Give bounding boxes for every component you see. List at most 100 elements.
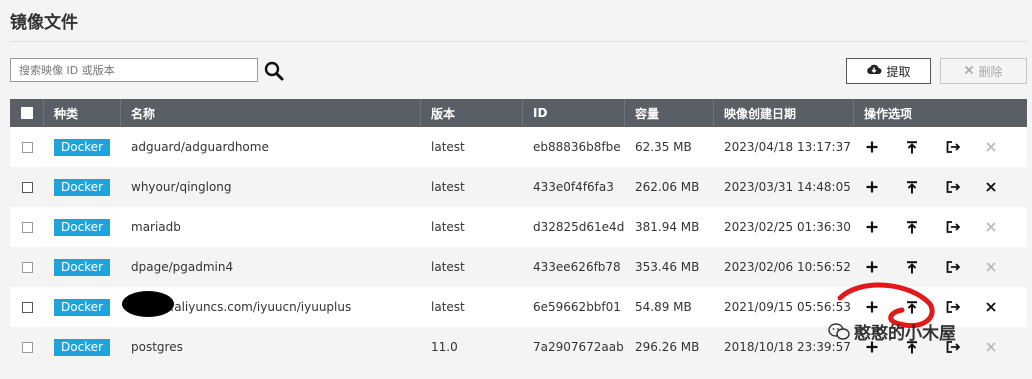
create-container-icon[interactable] <box>866 177 906 197</box>
title-divider <box>10 41 1028 42</box>
create-container-icon[interactable] <box>866 257 906 277</box>
pull-button-label: 提取 <box>886 64 911 79</box>
id-cell: d32825d61e4d <box>533 220 625 234</box>
type-cell: Docker <box>44 207 121 247</box>
upload-icon[interactable] <box>906 257 946 277</box>
delete-button[interactable]: 删除 <box>940 58 1027 84</box>
actions-cell <box>854 207 1027 247</box>
table-row[interactable]: Docker dpage/pgadmin4 latest 433ee626fb78 35… <box>10 247 1027 287</box>
type-badge: Docker <box>54 338 110 356</box>
type-cell: Docker <box>44 327 121 367</box>
search-input[interactable] <box>10 58 258 82</box>
header-size[interactable]: 容量 <box>625 99 714 127</box>
row-checkbox[interactable] <box>21 301 33 313</box>
size-cell: 381.94 MB <box>635 220 700 234</box>
header-type[interactable]: 种类 <box>44 99 121 127</box>
name-cell: whyour/qinglong <box>131 180 232 194</box>
size-cell: 353.46 MB <box>635 260 700 274</box>
watermark: 憨憨的小木屋 <box>828 319 956 344</box>
export-icon[interactable] <box>946 257 986 277</box>
row-select-cell <box>10 207 44 247</box>
header-actions: 操作选项 <box>864 106 913 121</box>
export-icon[interactable] <box>946 177 986 197</box>
name-cell: adguard/adguardhome <box>131 140 269 154</box>
delete-row-icon <box>986 137 1026 157</box>
search-icon[interactable] <box>263 60 285 82</box>
version-cell: 11.0 <box>431 340 458 354</box>
watermark-text: 憨憨的小木屋 <box>854 324 956 344</box>
created-cell: 2023/02/06 10:56:52 <box>724 260 851 274</box>
size-cell: 62.35 MB <box>635 140 692 154</box>
row-checkbox[interactable] <box>21 221 33 233</box>
name-cell: dpage/pgadmin4 <box>131 260 234 274</box>
row-checkbox[interactable] <box>21 341 33 353</box>
id-cell: 7a2907672aab <box>533 340 624 354</box>
create-container-icon[interactable] <box>866 217 906 237</box>
export-icon[interactable] <box>946 137 986 157</box>
row-select-cell <box>10 287 44 327</box>
upload-icon[interactable] <box>906 177 946 197</box>
delete-row-icon <box>986 217 1026 237</box>
upload-icon[interactable] <box>906 137 946 157</box>
table-row[interactable]: Docker mariadb latest d32825d61e4d 381.94 MB… <box>10 207 1027 247</box>
close-icon <box>964 64 974 78</box>
type-cell: Docker <box>44 167 121 207</box>
type-cell: Docker <box>44 287 121 327</box>
id-cell: 433ee626fb78 <box>533 260 621 274</box>
size-cell: 262.06 MB <box>635 180 700 194</box>
type-badge: Docker <box>54 258 110 276</box>
header-created[interactable]: 映像创建日期 <box>714 99 854 127</box>
id-cell: eb88836b8fbe <box>533 140 621 154</box>
type-cell: Docker <box>44 127 121 167</box>
type-badge: Docker <box>54 218 110 236</box>
created-cell: 2023/02/25 01:36:30 <box>724 220 851 234</box>
delete-row-icon[interactable] <box>986 297 1026 317</box>
actions-cell <box>854 167 1027 207</box>
name-cell: mariadb <box>131 220 181 234</box>
create-container-icon[interactable] <box>866 297 906 317</box>
export-icon[interactable] <box>946 217 986 237</box>
create-container-icon[interactable] <box>866 137 906 157</box>
created-cell: 2023/04/18 13:17:37 <box>724 140 851 154</box>
delete-row-icon[interactable] <box>986 177 1026 197</box>
type-cell: Docker <box>44 247 121 287</box>
row-select-cell <box>10 127 44 167</box>
table-row[interactable]: Docker adguard/adguardhome latest eb88836b8… <box>10 127 1027 167</box>
size-cell: 296.26 MB <box>635 340 700 354</box>
type-badge: Docker <box>54 178 110 196</box>
type-badge: Docker <box>54 138 110 156</box>
table-row[interactable]: Docker whyour/qinglong latest 433e0f4f6fa3 2… <box>10 167 1027 207</box>
id-cell: 6e59662bbf01 <box>533 300 621 314</box>
version-cell: latest <box>431 180 465 194</box>
name-cell: postgres <box>131 340 183 354</box>
header-name[interactable]: 名称 <box>121 99 421 127</box>
upload-icon[interactable] <box>906 217 946 237</box>
delete-button-label: 删除 <box>978 64 1003 79</box>
upload-icon[interactable] <box>906 297 946 317</box>
table-header: 种类 名称 版本 ID 容量 映像创建日期 操作选项 <box>10 99 1027 127</box>
delete-row-icon <box>986 337 1026 357</box>
redaction-blob <box>122 291 174 317</box>
row-checkbox[interactable] <box>21 181 33 193</box>
created-cell: 2023/03/31 14:48:05 <box>724 180 851 194</box>
version-cell: latest <box>431 300 465 314</box>
type-badge: Docker <box>54 298 110 316</box>
actions-cell <box>854 127 1027 167</box>
version-cell: latest <box>431 260 465 274</box>
version-cell: latest <box>431 220 465 234</box>
header-id[interactable]: ID <box>523 99 625 127</box>
row-select-cell <box>10 167 44 207</box>
export-icon[interactable] <box>946 297 986 317</box>
pull-button[interactable]: 提取 <box>846 58 931 84</box>
id-cell: 433e0f4f6fa3 <box>533 180 614 194</box>
version-cell: latest <box>431 140 465 154</box>
row-checkbox[interactable] <box>21 141 33 153</box>
row-checkbox[interactable] <box>21 261 33 273</box>
select-all-checkbox[interactable] <box>20 107 33 119</box>
header-version[interactable]: 版本 <box>421 99 523 127</box>
actions-cell <box>854 247 1027 287</box>
select-all-cell <box>10 99 44 127</box>
delete-row-icon <box>986 257 1026 277</box>
wechat-icon <box>828 322 850 340</box>
cloud-download-icon <box>866 63 882 79</box>
